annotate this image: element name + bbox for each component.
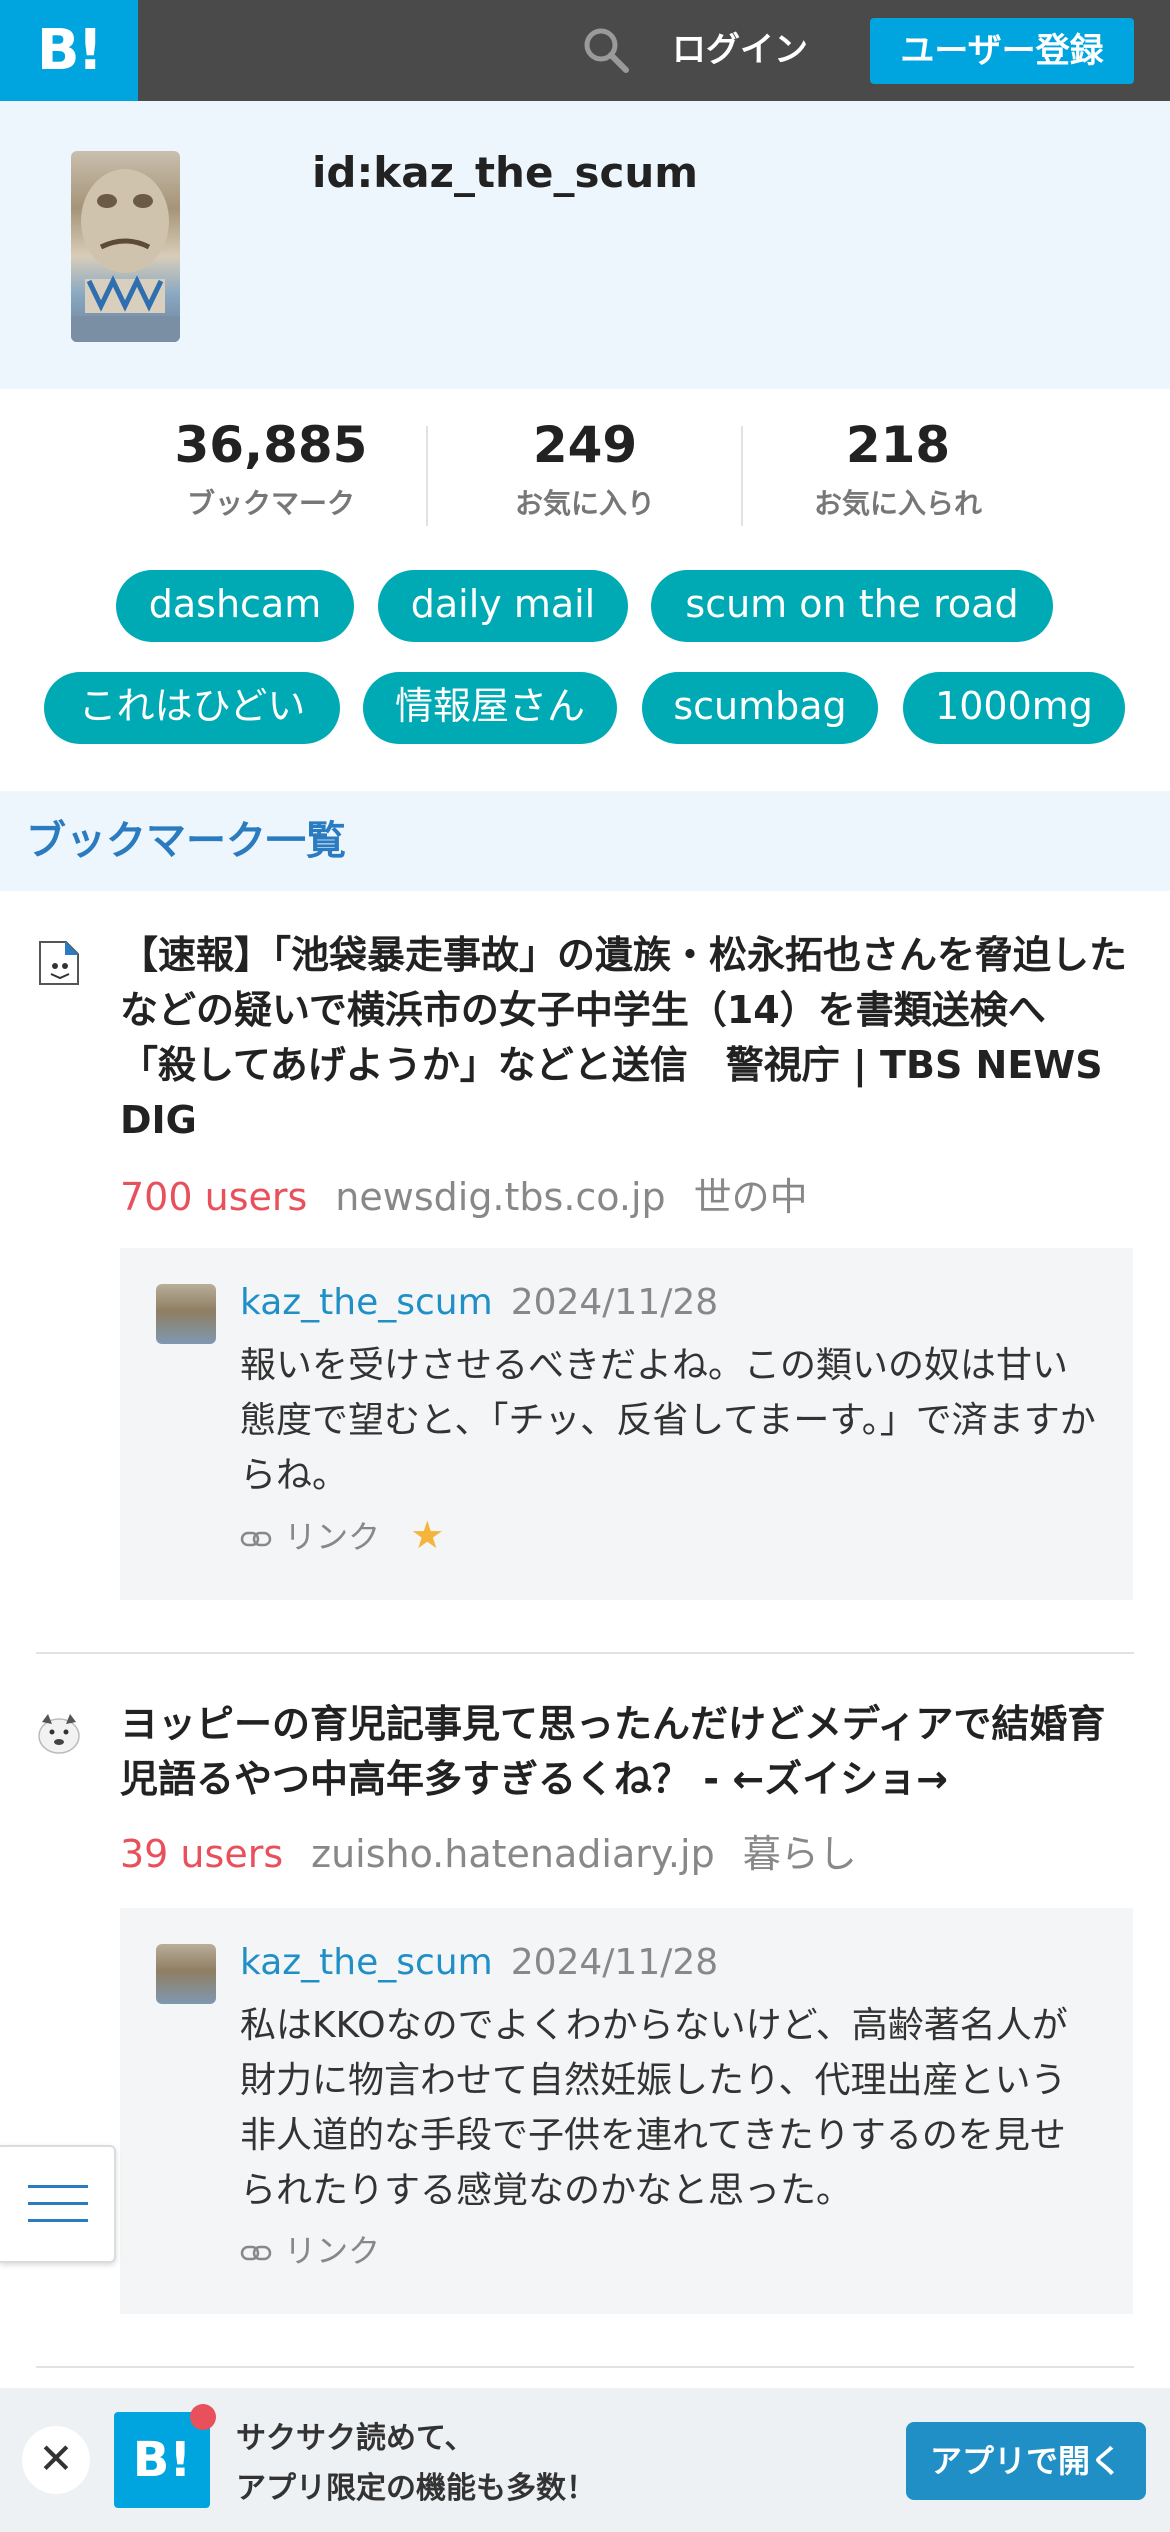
search-icon[interactable] <box>580 24 632 76</box>
comment-link[interactable]: リンク <box>284 1518 380 1556</box>
notification-dot <box>190 2404 216 2430</box>
menu-button[interactable] <box>0 2145 116 2263</box>
stat-favorites[interactable]: 249 お気に入り <box>435 412 735 522</box>
stat-label: ブックマーク <box>186 487 355 520</box>
entry-domain[interactable]: newsdig.tbs.co.jp <box>335 1175 665 1219</box>
comment-date[interactable]: 2024/11/28 <box>511 1942 719 1983</box>
tag-dashcam[interactable]: dashcam <box>116 570 354 642</box>
stat-favorited-by[interactable]: 218 お気に入られ <box>748 412 1048 522</box>
entry-category[interactable]: 世の中 <box>694 1175 808 1219</box>
hatena-bookmark-logo[interactable]: B! <box>0 0 138 101</box>
tag-korehahidoi[interactable]: これはひどい <box>44 672 340 744</box>
comment-actions: リンク <box>240 2226 380 2272</box>
entry-meta: 700 users newsdig.tbs.co.jp 世の中 <box>120 1166 808 1221</box>
stat-bookmarks[interactable]: 36,885 ブックマーク <box>121 412 421 522</box>
link-icon[interactable] <box>240 2232 284 2270</box>
login-link[interactable]: ログイン <box>672 0 808 101</box>
banner-text: サクサク読めて、 アプリ限定の機能も多数！ <box>236 2414 596 2514</box>
link-icon[interactable] <box>240 1518 284 1556</box>
tag-1000mg[interactable]: 1000mg <box>903 672 1125 744</box>
comment-text: 私はKKOなのでよくわからないけど、高齢著名人が財力に物言わせて自然妊娠したり、… <box>240 2005 1068 2211</box>
star-icon[interactable]: ★ <box>410 1513 444 1557</box>
bookmark-users-count[interactable]: 39 users <box>120 1832 283 1876</box>
section-title: ブックマーク一覧 <box>26 818 346 864</box>
comment-avatar[interactable] <box>156 1284 216 1344</box>
top-header: B! ログイン ユーザー登録 <box>0 0 1170 101</box>
banner-line-2: アプリ限定の機能も多数！ <box>236 2471 596 2506</box>
banner-line-1: サクサク読めて、 <box>236 2421 475 2456</box>
stat-divider <box>741 426 743 526</box>
tag-scumbag[interactable]: scumbag <box>642 672 878 744</box>
avatar <box>71 151 180 342</box>
comment-text: 報いを受けさせるべきだよね。この類いの奴は甘い態度で望むと、「チッ、反省してまー… <box>240 1345 1096 1496</box>
open-app-button[interactable]: アプリで開く <box>906 2422 1146 2500</box>
stat-label: お気に入り <box>514 487 655 520</box>
bookmark-comment: kaz_the_scum 2024/11/28 報いを受けさせるべきだよね。この類… <box>120 1248 1133 1600</box>
entry-divider <box>36 1652 1134 1654</box>
app-promo-banner: ✕ B! サクサク読めて、 アプリ限定の機能も多数！ アプリで開く <box>0 2388 1170 2532</box>
stat-label: お気に入られ <box>813 487 982 520</box>
profile-header: id:kaz_the_scum <box>0 101 1170 389</box>
close-banner-button[interactable]: ✕ <box>22 2426 90 2494</box>
comment-link[interactable]: リンク <box>284 2232 380 2270</box>
user-id: id:kaz_the_scum <box>312 148 698 197</box>
entry-category[interactable]: 暮らし <box>743 1832 857 1876</box>
entry-meta: 39 users zuisho.hatenadiary.jp 暮らし <box>120 1823 857 1878</box>
comment-date[interactable]: 2024/11/28 <box>511 1282 719 1323</box>
bookmark-list-heading: ブックマーク一覧 <box>0 791 1170 891</box>
entry-title-link[interactable]: 【速報】「池袋暴走事故」の遺族・松永拓也さんを脅迫したなどの疑いで横浜市の女子中… <box>120 928 1130 1148</box>
site-favicon-icon <box>34 1708 84 1758</box>
entry-divider <box>36 2366 1134 2368</box>
comment-header: kaz_the_scum 2024/11/28 <box>240 1942 718 1983</box>
comment-header: kaz_the_scum 2024/11/28 <box>240 1282 718 1323</box>
stat-divider <box>426 426 428 526</box>
tag-scum-on-the-road[interactable]: scum on the road <box>651 570 1053 642</box>
bookmark-users-count[interactable]: 700 users <box>120 1175 307 1219</box>
stat-value: 249 <box>532 416 638 474</box>
entry-domain[interactable]: zuisho.hatenadiary.jp <box>311 1832 715 1876</box>
entry-title-link[interactable]: ヨッピーの育児記事見て思ったんだけどメディアで結婚育児語るやつ中高年多すぎるくね… <box>120 1697 1130 1807</box>
stat-value: 36,885 <box>174 416 368 474</box>
comment-username[interactable]: kaz_the_scum <box>240 1282 493 1323</box>
stat-value: 218 <box>845 416 951 474</box>
comment-username[interactable]: kaz_the_scum <box>240 1942 493 1983</box>
register-button[interactable]: ユーザー登録 <box>870 18 1134 84</box>
tag-johoya-san[interactable]: 情報屋さん <box>363 672 617 744</box>
comment-actions: リンク ★ <box>240 1512 444 1558</box>
comment-avatar[interactable] <box>156 1944 216 2004</box>
bookmark-comment: kaz_the_scum 2024/11/28 私はKKOなのでよくわからないけど… <box>120 1908 1133 2314</box>
document-icon <box>39 941 79 985</box>
tag-daily-mail[interactable]: daily mail <box>378 570 628 642</box>
